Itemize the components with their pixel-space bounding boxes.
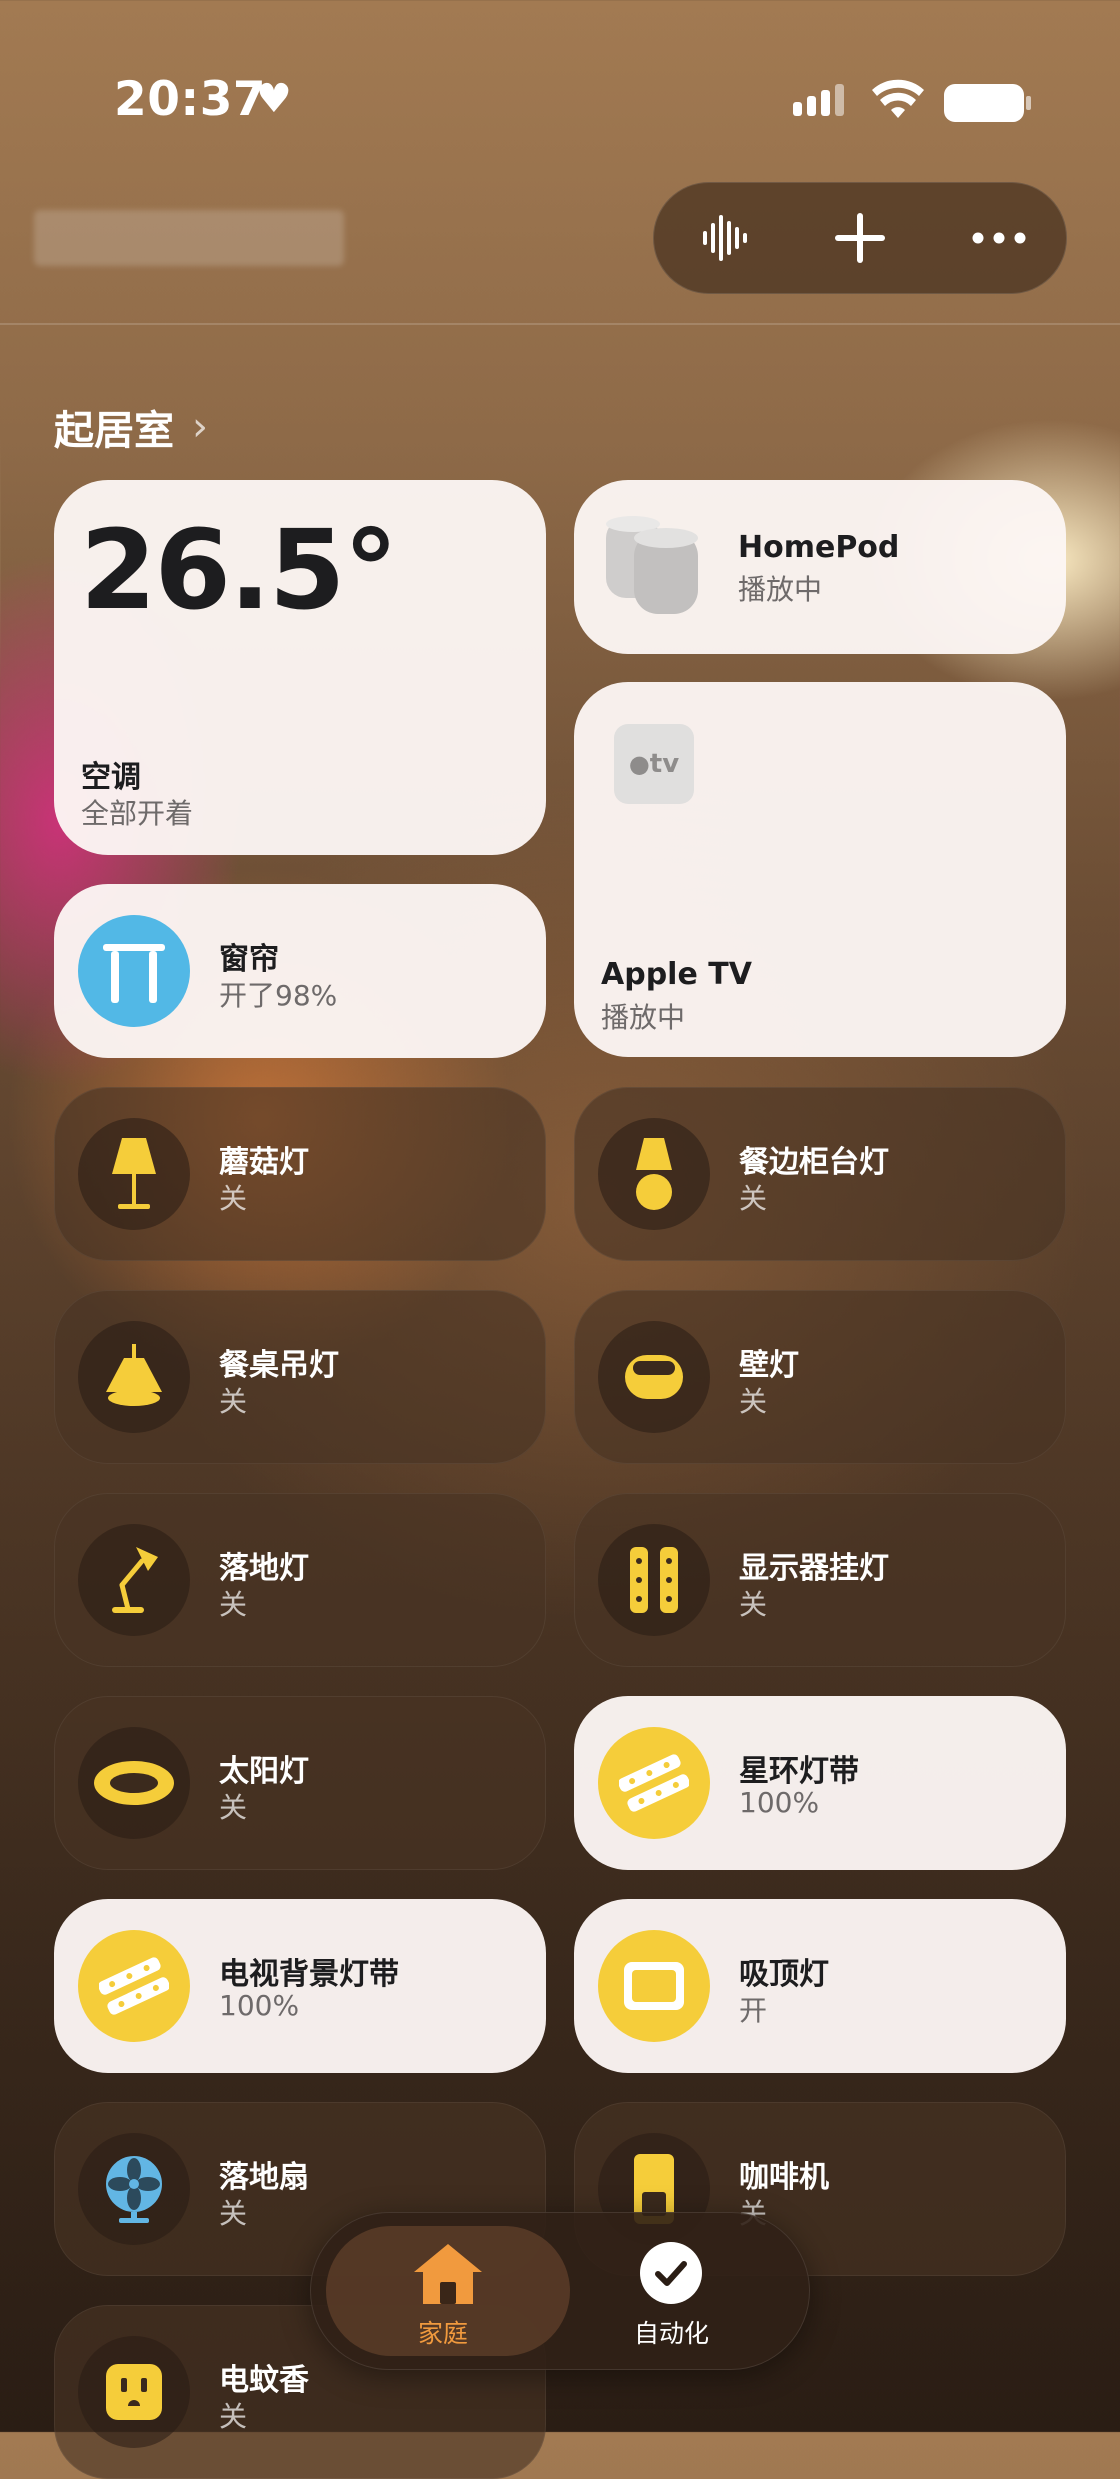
tile-name: 空调 [81, 760, 141, 795]
header-divider [0, 323, 1120, 325]
tile-name: 壁灯 [739, 1348, 799, 1383]
light-strip-icon [78, 1930, 190, 2042]
fan-icon [78, 2133, 190, 2245]
tab-automation[interactable]: 自动化 [590, 2226, 790, 2356]
tile-ceiling-light[interactable]: 吸顶灯 开 [574, 1899, 1066, 2073]
tile-name: 餐边柜台灯 [739, 1145, 889, 1180]
more-icon[interactable] [965, 204, 1033, 272]
tile-air-conditioner[interactable]: 26.5° 空调 全部开着 [54, 480, 546, 855]
appletv-icon: ● tv [614, 724, 694, 804]
tile-state: 关 [739, 1588, 768, 1621]
tile-state: 关 [219, 1791, 248, 1824]
temperature-value: 26.5° [80, 506, 398, 634]
desk-lamp-icon [78, 1524, 190, 1636]
pendant-lamp-icon [78, 1321, 190, 1433]
outlet-icon [78, 2336, 190, 2448]
tile-state: 关 [219, 2400, 248, 2433]
appletv-icon-text: tv [649, 749, 680, 779]
tile-name: HomePod [738, 530, 900, 565]
tile-state: 播放中 [601, 1001, 686, 1034]
tile-sideboard-lamp[interactable]: 餐边柜台灯 关 [574, 1087, 1066, 1261]
cellular-signal-icon [793, 84, 844, 116]
tile-name: Apple TV [601, 957, 752, 992]
tile-floor-lamp[interactable]: 落地灯 关 [54, 1493, 546, 1667]
tile-name: 太阳灯 [219, 1754, 309, 1789]
light-strip-icon [598, 1727, 710, 1839]
wall-light-icon [598, 1321, 710, 1433]
homepod-icon [604, 514, 704, 622]
header-toolbar [653, 182, 1067, 294]
tile-state: 开 [739, 1994, 768, 2027]
tile-name: 星环灯带 [739, 1754, 859, 1789]
status-time: 20:37 [114, 72, 267, 127]
plus-icon[interactable] [826, 204, 894, 272]
tile-sun-lamp[interactable]: 太阳灯 关 [54, 1696, 546, 1870]
tile-name: 电蚊香 [219, 2363, 309, 2398]
heart-icon: ♥ [256, 76, 292, 122]
tile-name: 电视背景灯带 [219, 1957, 399, 1992]
chevron-right-icon: › [192, 404, 208, 450]
tile-wall-light[interactable]: 壁灯 关 [574, 1290, 1066, 1464]
ceiling-light-icon [598, 1930, 710, 2042]
voice-waveform-icon[interactable] [690, 204, 758, 272]
automation-clock-icon [638, 2240, 704, 2310]
battery-icon [944, 84, 1024, 122]
tile-apple-tv[interactable]: ● tv Apple TV 播放中 [574, 682, 1066, 1057]
tile-mushroom-lamp[interactable]: 蘑菇灯 关 [54, 1087, 546, 1261]
tile-star-ring-strip[interactable]: 星环灯带 100% [574, 1696, 1066, 1870]
tile-name: 餐桌吊灯 [219, 1348, 339, 1383]
tab-home[interactable]: 家庭 [326, 2226, 570, 2356]
tile-name: 落地灯 [219, 1551, 309, 1586]
tile-homepod[interactable]: HomePod 播放中 [574, 480, 1066, 654]
tile-state: 关 [219, 2197, 248, 2230]
tile-state: 100% [739, 1786, 820, 1819]
tile-name: 咖啡机 [739, 2160, 829, 2195]
light-strip-icon [598, 1524, 710, 1636]
tile-state: 开了98% [219, 979, 338, 1012]
home-name-redacted[interactable] [34, 210, 344, 266]
wifi-icon [870, 78, 926, 126]
room-title-label: 起居室 [54, 408, 174, 454]
tile-state: 关 [739, 1385, 768, 1418]
tile-name: 窗帘 [219, 942, 279, 977]
tile-monitor-light[interactable]: 显示器挂灯 关 [574, 1493, 1066, 1667]
tile-state: 播放中 [738, 573, 823, 606]
tile-dining-pendant[interactable]: 餐桌吊灯 关 [54, 1290, 546, 1464]
tile-tv-backlight-strip[interactable]: 电视背景灯带 100% [54, 1899, 546, 2073]
tab-label: 自动化 [634, 2319, 710, 2348]
table-lamp-icon [78, 1118, 190, 1230]
home-icon [410, 2240, 486, 2312]
tile-state: 100% [219, 1989, 300, 2022]
tile-state: 关 [219, 1385, 248, 1418]
tile-state: 全部开着 [81, 797, 194, 830]
tile-name: 吸顶灯 [739, 1957, 829, 1992]
ring-light-icon [78, 1727, 190, 1839]
tile-state: 关 [219, 1588, 248, 1621]
room-title[interactable]: 起居室 › [54, 398, 208, 456]
curtain-icon [78, 915, 190, 1027]
tile-name: 显示器挂灯 [739, 1551, 889, 1586]
tile-state: 关 [739, 1182, 768, 1215]
lamp-icon [598, 1118, 710, 1230]
tile-curtain[interactable]: 窗帘 开了98% [54, 884, 546, 1058]
tile-state: 关 [219, 1182, 248, 1215]
battery-tip [1026, 96, 1031, 110]
tile-name: 落地扇 [219, 2160, 309, 2195]
tile-name: 蘑菇灯 [219, 1145, 309, 1180]
tab-label: 家庭 [418, 2319, 469, 2348]
